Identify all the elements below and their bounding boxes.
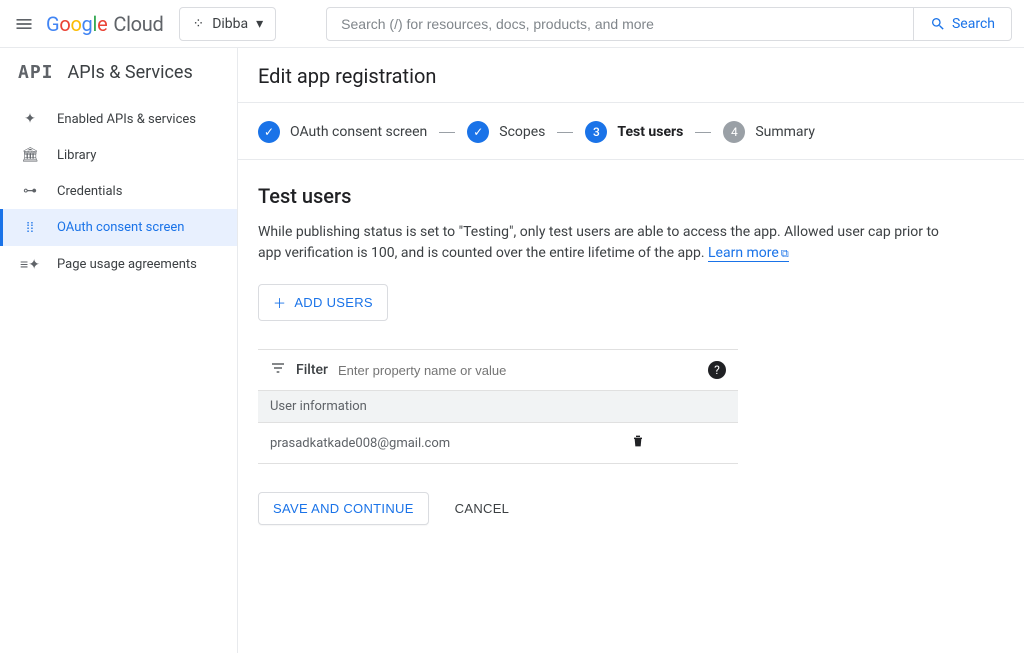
agreements-icon: ≡✦ [21, 256, 39, 273]
users-table: Filter ? User information prasadkatkade0… [258, 349, 738, 464]
google-cloud-logo[interactable]: Google Cloud [46, 12, 163, 36]
diamond-icon: ✦ [21, 111, 39, 127]
product-name: APIs & Services [68, 62, 193, 83]
filter-input[interactable] [338, 363, 698, 378]
sidebar-item-label: Credentials [57, 184, 122, 199]
section-heading: Test users [258, 184, 958, 208]
sidebar-item-label: Library [57, 148, 96, 163]
save-and-continue-button[interactable]: SAVE AND CONTINUE [258, 492, 429, 525]
sidebar: API APIs & Services ✦ Enabled APIs & ser… [0, 48, 238, 653]
step-label: Test users [617, 124, 683, 140]
consent-icon: ⁞⁞ [21, 219, 39, 236]
step-label: OAuth consent screen [290, 124, 427, 140]
search-button-label: Search [952, 16, 995, 32]
project-icon: ⁘ [192, 16, 204, 32]
sidebar-item-enabled-apis[interactable]: ✦ Enabled APIs & services [0, 101, 237, 137]
top-bar: Google Cloud ⁘ Dibba ▾ Search [0, 0, 1024, 48]
step-number: 3 [585, 121, 607, 143]
help-icon[interactable]: ? [708, 361, 726, 379]
step-oauth-consent[interactable]: OAuth consent screen [258, 121, 427, 143]
filter-icon [270, 360, 286, 380]
table-header: User information [258, 390, 738, 422]
add-users-label: ADD USERS [294, 295, 373, 310]
sidebar-item-library[interactable]: 🏛 Library [0, 137, 237, 173]
learn-more-link[interactable]: Learn more⧉ [708, 245, 789, 262]
search-icon [930, 16, 946, 32]
cloud-label: Cloud [113, 12, 163, 36]
step-label: Scopes [499, 124, 545, 140]
add-users-button[interactable]: ＋ ADD USERS [258, 284, 388, 321]
step-label: Summary [755, 124, 815, 140]
check-icon [258, 121, 280, 143]
delete-icon[interactable] [630, 433, 646, 453]
step-scopes[interactable]: Scopes [467, 121, 545, 143]
sidebar-title[interactable]: API APIs & Services [0, 48, 237, 95]
cancel-button[interactable]: CANCEL [445, 492, 520, 525]
menu-icon[interactable] [12, 12, 36, 36]
filter-label: Filter [296, 362, 328, 378]
main-content: Edit app registration OAuth consent scre… [238, 48, 1024, 653]
table-row: prasadkatkade008@gmail.com [258, 422, 738, 464]
sidebar-item-label: Enabled APIs & services [57, 112, 196, 127]
search-button[interactable]: Search [913, 8, 1011, 40]
external-link-icon: ⧉ [781, 247, 789, 260]
step-separator [695, 132, 711, 133]
plus-icon: ＋ [273, 293, 286, 312]
chevron-down-icon: ▾ [256, 16, 263, 32]
step-summary[interactable]: 4 Summary [723, 121, 815, 143]
step-number: 4 [723, 121, 745, 143]
key-icon: ⊶ [21, 183, 39, 199]
sidebar-item-label: OAuth consent screen [57, 220, 184, 235]
project-picker[interactable]: ⁘ Dibba ▾ [179, 7, 276, 41]
project-name: Dibba [212, 16, 248, 32]
sidebar-item-credentials[interactable]: ⊶ Credentials [0, 173, 237, 209]
sidebar-item-label: Page usage agreements [57, 257, 197, 272]
step-separator [557, 132, 573, 133]
api-icon: API [18, 62, 54, 83]
user-email: prasadkatkade008@gmail.com [270, 436, 450, 451]
step-separator [439, 132, 455, 133]
sidebar-item-page-usage[interactable]: ≡✦ Page usage agreements [0, 246, 237, 283]
search-input[interactable] [327, 16, 913, 32]
section-description: While publishing status is set to "Testi… [258, 222, 958, 264]
check-icon [467, 121, 489, 143]
search-bar: Search [326, 7, 1012, 41]
library-icon: 🏛 [21, 147, 39, 163]
page-title: Edit app registration [238, 48, 1024, 103]
sidebar-item-oauth-consent[interactable]: ⁞⁞ OAuth consent screen [0, 209, 237, 246]
step-test-users[interactable]: 3 Test users [585, 121, 683, 143]
stepper: OAuth consent screen Scopes 3 Test users… [238, 103, 1024, 160]
